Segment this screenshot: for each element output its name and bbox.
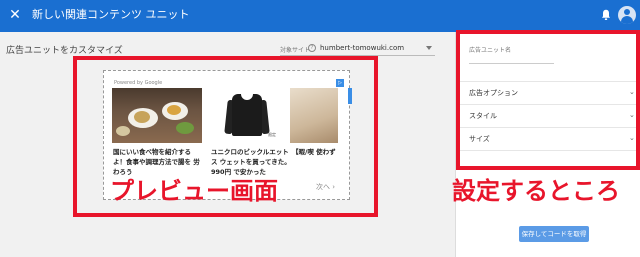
info-icon[interactable]: ?	[308, 44, 316, 52]
top-app-bar: ✕ 新しい関連コンテンツ ユニット	[0, 0, 640, 32]
settings-highlight-box	[456, 30, 640, 170]
close-icon[interactable]: ✕	[6, 6, 24, 24]
bell-icon[interactable]	[601, 9, 611, 21]
preview-annotation-label: プレビュー画面	[110, 177, 278, 205]
page-title: 新しい関連コンテンツ ユニット	[32, 8, 190, 21]
account-avatar-icon[interactable]	[618, 6, 636, 24]
save-and-get-code-button[interactable]: 保存してコードを取得	[519, 226, 589, 242]
target-site-label: 対象サイト	[280, 47, 311, 54]
dropdown-caret-icon[interactable]	[426, 46, 432, 50]
settings-annotation-label: 設定するところ	[452, 177, 620, 205]
target-site-select[interactable]: humbert-tomowuki.com	[320, 44, 404, 52]
customize-heading: 広告ユニットをカスタマイズ	[6, 46, 123, 56]
